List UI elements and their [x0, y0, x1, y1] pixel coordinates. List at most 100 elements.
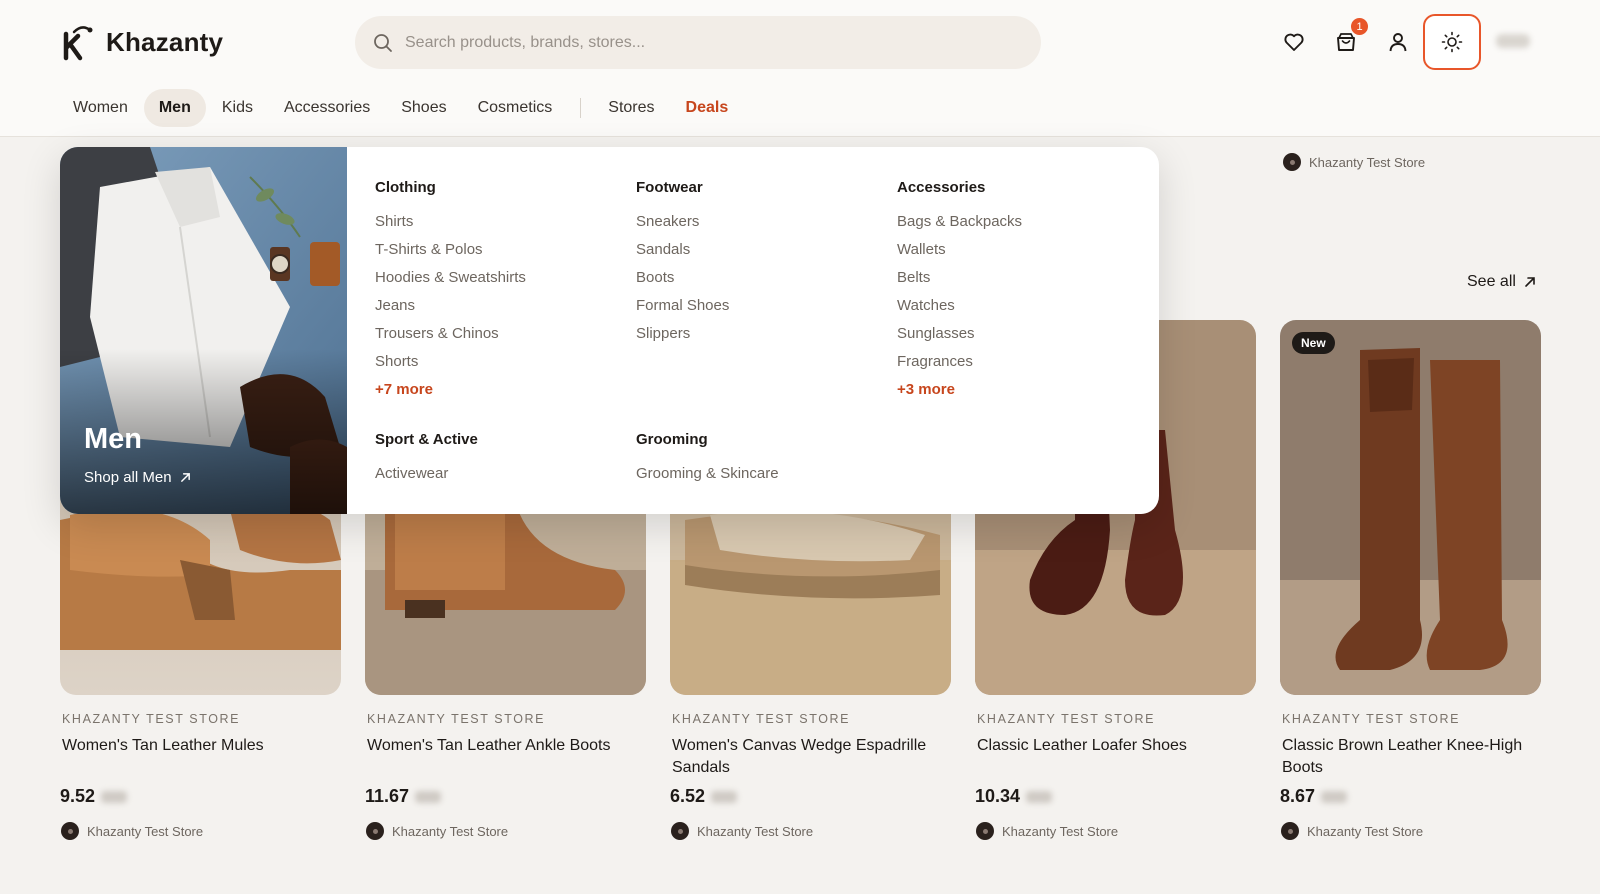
seller-name: Khazanty Test Store — [1002, 823, 1119, 839]
nav-cosmetics[interactable]: Cosmetics — [463, 89, 568, 127]
arrow-up-right-icon — [1525, 277, 1535, 287]
menu-column-clothing: Clothing Shirts T-Shirts & Polos Hoodies… — [375, 179, 526, 409]
menu-link[interactable]: Jeans — [375, 297, 526, 325]
nav-stores[interactable]: Stores — [593, 89, 669, 127]
seller-name: Khazanty Test Store — [697, 823, 814, 839]
logo[interactable]: Khazanty — [60, 22, 223, 62]
column-title[interactable]: Grooming — [636, 431, 779, 448]
nav-shoes[interactable]: Shoes — [386, 89, 461, 127]
category-nav: Women Men Kids Accessories Shoes Cosmeti… — [58, 89, 744, 127]
product-store: KHAZANTY TEST STORE — [62, 712, 241, 726]
menu-column-accessories: Accessories Bags & Backpacks Wallets Bel… — [897, 179, 1022, 409]
language-switcher[interactable] — [1496, 34, 1530, 48]
menu-link[interactable]: Sneakers — [636, 213, 729, 241]
menu-link[interactable]: Grooming & Skincare — [636, 465, 779, 493]
column-title[interactable]: Accessories — [897, 179, 1022, 196]
account-button[interactable] — [1380, 24, 1416, 60]
mega-menu-hero[interactable]: Men Shop all Men — [60, 147, 347, 514]
see-all-label: See all — [1467, 273, 1516, 290]
heart-icon — [1284, 33, 1304, 51]
menu-link[interactable]: Slippers — [636, 325, 729, 353]
search-bar[interactable] — [355, 16, 1041, 69]
product-name[interactable]: Women's Tan Leather Ankle Boots — [367, 735, 648, 757]
product-price: 9.52 — [60, 786, 96, 806]
menu-link[interactable]: Sandals — [636, 241, 729, 269]
theme-toggle-button[interactable] — [1423, 14, 1481, 70]
store-avatar — [1281, 822, 1299, 840]
product-price: 10.34 — [975, 786, 1021, 806]
user-icon — [1389, 33, 1407, 52]
seller-link[interactable]: Khazanty Test Store — [1281, 822, 1423, 840]
nav-men[interactable]: Men — [143, 89, 206, 127]
top-card-store[interactable]: Khazanty Test Store — [1283, 153, 1425, 171]
product-name[interactable]: Women's Tan Leather Mules — [62, 735, 343, 757]
menu-link[interactable]: Hoodies & Sweatshirts — [375, 269, 526, 297]
new-badge: New — [1292, 332, 1335, 354]
nav-deals[interactable]: Deals — [671, 89, 744, 127]
seller-link[interactable]: Khazanty Test Store — [976, 822, 1118, 840]
product-store: KHAZANTY TEST STORE — [672, 712, 851, 726]
nav-accessories[interactable]: Accessories — [269, 89, 385, 127]
seller-name: Khazanty Test Store — [392, 823, 509, 839]
product-price: 11.67 — [365, 786, 410, 806]
menu-link[interactable]: Formal Shoes — [636, 297, 729, 325]
menu-link[interactable]: Belts — [897, 269, 1022, 297]
shop-all-label: Shop all Men — [84, 469, 172, 486]
arrow-up-right-icon — [180, 473, 190, 482]
more-link[interactable]: +3 more — [897, 381, 1022, 409]
currency-blur — [415, 790, 442, 803]
seller-name: Khazanty Test Store — [87, 823, 204, 839]
column-title[interactable]: Footwear — [636, 179, 729, 196]
store-avatar — [976, 822, 994, 840]
product-price: 6.52 — [670, 786, 706, 806]
store-avatar — [366, 822, 384, 840]
menu-link[interactable]: Wallets — [897, 241, 1022, 269]
product-name[interactable]: Classic Brown Leather Knee-High Boots — [1282, 735, 1543, 779]
product-store: KHAZANTY TEST STORE — [1282, 712, 1461, 726]
mega-menu: Men Shop all Men Clothing Shirts T-Shirt… — [60, 147, 1159, 514]
menu-link[interactable]: Fragrances — [897, 353, 1022, 381]
site-header: Khazanty 1 — [0, 0, 1600, 137]
product-store: KHAZANTY TEST STORE — [367, 712, 546, 726]
menu-link[interactable]: Bags & Backpacks — [897, 213, 1022, 241]
cart-count-badge: 1 — [1349, 16, 1370, 37]
nav-divider — [580, 98, 582, 118]
menu-link[interactable]: Watches — [897, 297, 1022, 325]
search-icon — [374, 33, 392, 52]
seller-name: Khazanty Test Store — [1307, 823, 1424, 839]
seller-link[interactable]: Khazanty Test Store — [61, 822, 203, 840]
menu-link[interactable]: Sunglasses — [897, 325, 1022, 353]
menu-link[interactable]: Boots — [636, 269, 729, 297]
menu-link[interactable]: Trousers & Chinos — [375, 325, 526, 353]
wishlist-button[interactable] — [1276, 24, 1312, 60]
product-name[interactable]: Women's Canvas Wedge Espadrille Sandals — [672, 735, 953, 779]
cart-button[interactable]: 1 — [1328, 16, 1370, 60]
logo-icon — [63, 26, 93, 61]
menu-link[interactable]: Shirts — [375, 213, 526, 241]
menu-link[interactable]: T-Shirts & Polos — [375, 241, 526, 269]
product-image[interactable]: New — [1280, 320, 1541, 695]
currency-blur — [711, 790, 738, 803]
currency-blur — [101, 790, 128, 803]
product-store: KHAZANTY TEST STORE — [977, 712, 1156, 726]
seller-link[interactable]: Khazanty Test Store — [366, 822, 508, 840]
product-name[interactable]: Classic Leather Loafer Shoes — [977, 735, 1258, 757]
more-link[interactable]: +7 more — [375, 381, 526, 409]
menu-link[interactable]: Shorts — [375, 353, 526, 381]
menu-link[interactable]: Activewear — [375, 465, 478, 493]
mega-menu-title: Men — [84, 423, 142, 455]
shop-all-link[interactable]: Shop all Men — [84, 469, 191, 486]
top-store-name: Khazanty Test Store — [1309, 154, 1426, 170]
column-title[interactable]: Sport & Active — [375, 431, 478, 448]
menu-column-footwear: Footwear Sneakers Sandals Boots Formal S… — [636, 179, 729, 353]
store-avatar — [61, 822, 79, 840]
seller-link[interactable]: Khazanty Test Store — [671, 822, 813, 840]
product-card[interactable]: New KHAZANTY TEST STORE Classic Brown Le… — [1280, 320, 1541, 840]
see-all-link[interactable]: See all — [1467, 273, 1536, 291]
brand-name: Khazanty — [106, 26, 224, 57]
nav-kids[interactable]: Kids — [207, 89, 268, 127]
currency-blur — [1321, 790, 1348, 803]
search-input[interactable] — [405, 33, 1005, 52]
column-title[interactable]: Clothing — [375, 179, 526, 196]
nav-women[interactable]: Women — [58, 89, 143, 127]
